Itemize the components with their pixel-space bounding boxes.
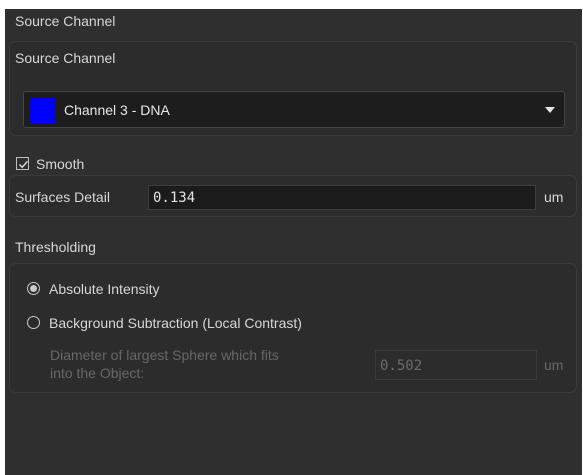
diameter-unit: um [544, 357, 564, 373]
surfaces-detail-unit: um [544, 189, 564, 205]
source-channel-panel: Source Channel Source Channel Channel 3 … [5, 9, 582, 475]
surfaces-detail-input[interactable]: 0.134 [148, 185, 536, 210]
diameter-input[interactable]: 0.502 [375, 350, 537, 380]
diameter-label-line2: into the Object: [50, 365, 145, 381]
chevron-down-icon [545, 107, 555, 113]
thresholding-label: Thresholding [15, 239, 96, 255]
panel-title: Source Channel [15, 13, 116, 29]
channel-color-swatch [30, 98, 55, 123]
surfaces-detail-label: Surfaces Detail [15, 189, 110, 205]
background-subtraction-radio[interactable] [27, 316, 40, 329]
source-channel-label: Source Channel [15, 50, 116, 66]
absolute-intensity-radio[interactable] [27, 282, 40, 295]
smooth-label: Smooth [36, 156, 85, 172]
selected-channel-text: Channel 3 - DNA [64, 102, 170, 118]
background-subtraction-label[interactable]: Background Subtraction (Local Contrast) [49, 314, 302, 332]
radio-selected-dot [30, 285, 37, 292]
source-channel-dropdown[interactable]: Channel 3 - DNA [23, 91, 565, 128]
checkmark-icon [19, 160, 29, 169]
diameter-label-line1: Diameter of largest Sphere which fits [50, 347, 279, 363]
smooth-checkbox[interactable] [16, 157, 29, 170]
absolute-intensity-label[interactable]: Absolute Intensity [49, 280, 160, 298]
